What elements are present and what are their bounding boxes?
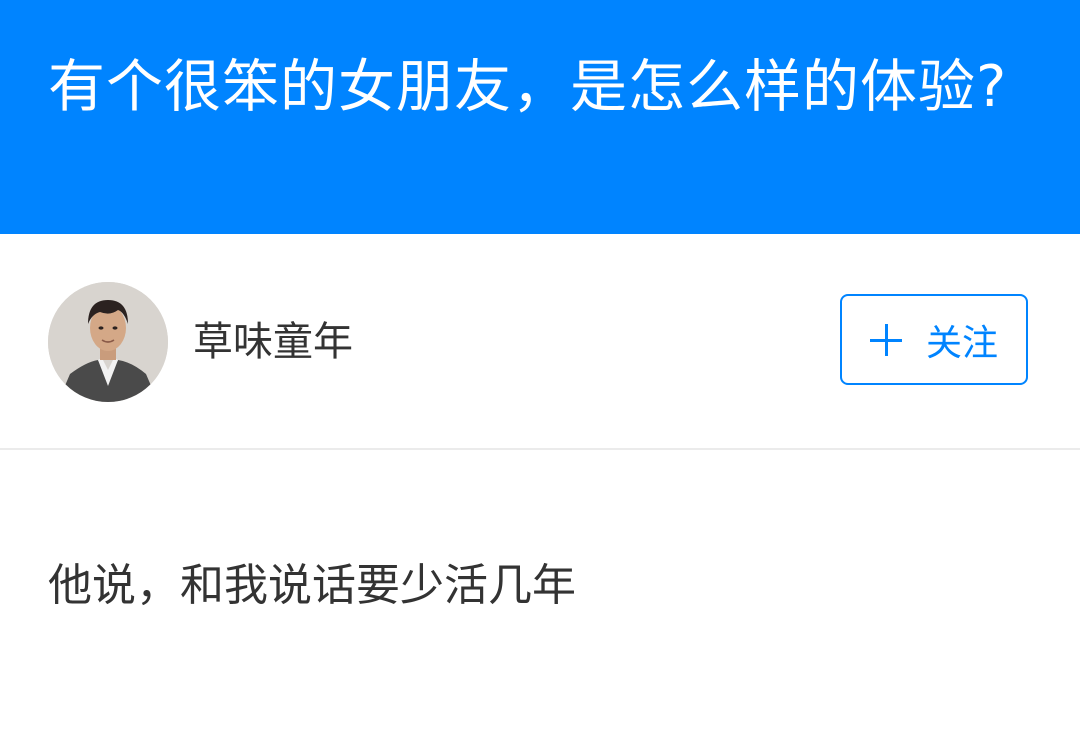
question-title[interactable]: 有个很笨的女朋友，是怎么样的体验? bbox=[48, 44, 1008, 130]
plus-icon bbox=[869, 323, 902, 356]
follow-button[interactable]: 关注 bbox=[840, 294, 1028, 385]
author-avatar[interactable] bbox=[48, 282, 168, 402]
author-name[interactable]: 草味童年 bbox=[193, 316, 353, 368]
answer-text[interactable]: 他说，和我说话要少活几年 bbox=[48, 556, 576, 616]
author-row: 草味童年 关注 bbox=[0, 234, 1080, 448]
follow-button-label: 关注 bbox=[925, 322, 998, 364]
divider bbox=[0, 448, 1080, 450]
avatar-photo-icon bbox=[48, 282, 168, 402]
question-header: 有个很笨的女朋友，是怎么样的体验? bbox=[0, 0, 1080, 234]
